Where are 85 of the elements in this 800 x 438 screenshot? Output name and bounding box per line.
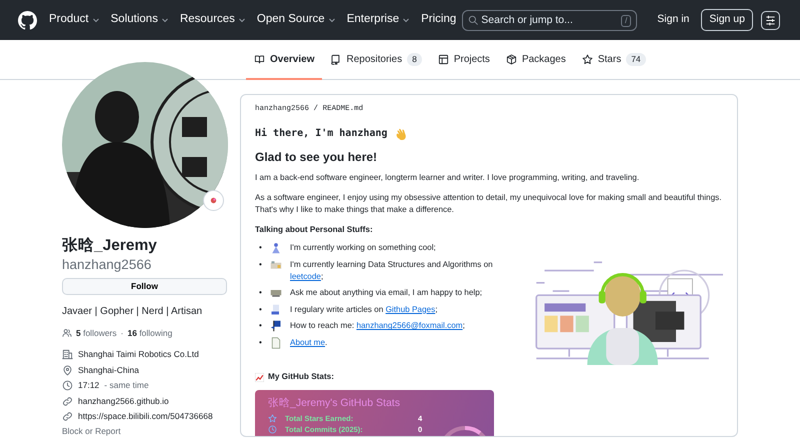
bio-text: Javaer | Gopher | Nerd | Artisan: [62, 305, 204, 319]
profile-tab[interactable]: Overview: [246, 40, 322, 80]
bullet: •: [259, 304, 263, 316]
nav-menu-item[interactable]: Resources: [180, 11, 246, 29]
table-icon: [438, 54, 449, 64]
computer-icon: [270, 287, 282, 300]
star-icon: [582, 54, 593, 64]
profile-name: 张晗_Jeremy: [62, 236, 158, 256]
book-icon: [254, 54, 265, 64]
clock-icon: [62, 380, 73, 392]
separator-dot: ·: [120, 327, 124, 339]
building-icon: [62, 349, 73, 360]
bullet: •: [259, 287, 263, 300]
status-button[interactable]: [203, 190, 224, 211]
waving-hand-icon: [395, 127, 408, 140]
sign-in-link[interactable]: Sign in: [653, 12, 694, 28]
time-note: - same time: [104, 379, 149, 392]
bullet: •: [259, 242, 263, 254]
detail-text: Shanghai Taimi Robotics Co.Ltd: [78, 348, 199, 361]
sliders-icon: [765, 14, 776, 26]
list-text: About me.: [290, 336, 328, 349]
readme-subheading: Talking about Personal Stuffs:: [255, 224, 374, 236]
pages-icon: [270, 304, 282, 316]
bullet: •: [259, 336, 263, 349]
list-text: I'm currently learning Data Structures and Algorithms on leetcode;: [290, 258, 494, 283]
settings-button[interactable]: [761, 10, 780, 30]
chevron-down-icon: [160, 16, 169, 24]
profile-tab[interactable]: Projects: [430, 40, 498, 80]
star-icon: [268, 414, 277, 423]
document-icon: [270, 336, 282, 349]
count-label: 8: [407, 52, 422, 66]
count-label: 74: [626, 52, 646, 66]
nav-menu-item[interactable]: Enterprise: [346, 11, 410, 29]
nav-menu-item[interactable]: Open Source: [256, 11, 336, 29]
bullet: •: [259, 320, 263, 332]
nav-menu-item[interactable]: Pricing: [421, 11, 456, 29]
person-icon: [270, 242, 282, 254]
username: hanzhang2566: [62, 256, 152, 274]
flag-icon: [270, 320, 282, 332]
profile-tab[interactable]: Stars 74: [574, 40, 654, 80]
detail-text: Shanghai-China: [78, 364, 139, 377]
list-text: I'm currently working on something cool;: [290, 242, 436, 254]
nav-menu-item[interactable]: Solutions: [110, 11, 169, 29]
list-text: How to reach me: hanzhang2566@foxmail.com;: [290, 320, 465, 332]
following-link[interactable]: 16 following: [127, 327, 172, 339]
clock-icon: [268, 424, 277, 434]
profile-tab[interactable]: Packages: [498, 40, 574, 80]
location-pin-icon: [62, 364, 73, 376]
link-icon: [62, 411, 73, 422]
chevron-down-icon: [92, 16, 100, 24]
chevron-down-icon: [402, 16, 410, 24]
repository-icon: [330, 54, 342, 64]
chevron-down-icon: [328, 16, 336, 24]
profile-tab[interactable]: Repositories 8: [322, 40, 430, 80]
readme-link[interactable]: About me: [290, 338, 326, 347]
followers-link[interactable]: 5 followers: [76, 327, 117, 339]
nav-menu-item[interactable]: Product: [49, 11, 100, 29]
stats-title: 张晗_Jeremy's GitHub Stats: [268, 396, 401, 410]
people-icon: [62, 328, 72, 338]
shortcut-key: /: [621, 14, 632, 26]
readme-link[interactable]: Github Pages: [386, 304, 436, 314]
github-logo[interactable]: [18, 10, 37, 30]
stats-heading: My GitHub Stats:: [268, 371, 334, 384]
chart-icon: [255, 372, 264, 382]
readme-link[interactable]: hanzhang2566@foxmail.com: [356, 321, 463, 330]
chevron-down-icon: [238, 16, 246, 24]
readme-greeting: Hi there, I'm hanzhang: [255, 126, 388, 141]
emoji-icon: [209, 196, 218, 205]
readme-link[interactable]: leetcode: [290, 272, 321, 281]
readme-paragraph: As a software engineer, I enjoy using my obsessive attention to detail, my unequivocal love for making small and beautiful things. That's why I like to make things that make a difference.: [255, 192, 722, 216]
list-text: I regulary write articles on Github Pages;: [290, 304, 438, 316]
package-icon: [506, 54, 517, 64]
detail-text: 17:12: [78, 379, 100, 392]
search-icon: [468, 14, 478, 24]
bullet: •: [259, 258, 263, 271]
follow-button[interactable]: Follow: [62, 278, 227, 295]
block-report-link[interactable]: Block or Report: [62, 426, 121, 436]
readme-paragraph: I am a back-end software engineer, longterm learner and writer. I love programming, writing, and traveling.: [255, 172, 640, 184]
link-icon: [62, 396, 73, 407]
website-link[interactable]: https://space.bilibili.com/504736668: [78, 409, 213, 424]
sign-up-button[interactable]: Sign up: [701, 9, 753, 31]
readme-heading: Glad to see you here!: [255, 149, 378, 165]
list-text: Ask me about anything via email, I am happy to help;: [290, 287, 482, 300]
books-icon: [270, 258, 282, 271]
website-link[interactable]: hanzhang2566.github.io: [78, 394, 169, 409]
